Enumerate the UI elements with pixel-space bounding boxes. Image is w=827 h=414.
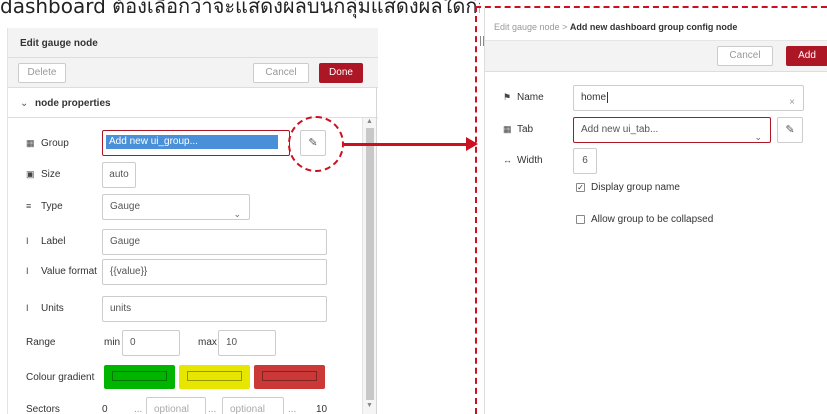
value-format-label: I Value format	[26, 266, 97, 277]
group-select-value: Add new ui_group...	[106, 135, 278, 149]
breadcrumb-current: Add new dashboard group config node	[569, 22, 738, 32]
table-icon: ▦	[503, 124, 512, 134]
panel-toolbar: Delete Cancel Done	[8, 58, 378, 88]
breadcrumb-parent[interactable]: Edit gauge node	[494, 22, 560, 32]
chevron-down-icon: ⌄	[233, 209, 241, 219]
text-cursor-icon: I	[26, 236, 29, 246]
scrollbar-thumb[interactable]	[366, 128, 374, 400]
tab-select-value: Add new ui_tab...	[581, 124, 659, 135]
resize-icon: ▣	[26, 169, 35, 179]
size-label: ▣ Size	[26, 169, 61, 180]
sectors-end: 10	[316, 404, 328, 414]
width-button[interactable]: 6	[573, 148, 597, 174]
cancel-button[interactable]: Cancel	[717, 46, 773, 66]
scroll-down-icon[interactable]: ▼	[366, 402, 373, 409]
edit-gauge-panel: Edit gauge node Delete Cancel Done ⌄ nod…	[7, 28, 378, 414]
tab-select[interactable]: Add new ui_tab... ⌄	[573, 117, 771, 143]
dashboard-group-panel: Edit gauge node > Add new dashboard grou…	[484, 8, 827, 414]
type-select[interactable]: Gauge ⌄	[102, 194, 250, 220]
display-group-name-label: Display group name	[591, 182, 680, 193]
width-label: ↔ Width	[503, 155, 543, 166]
panel-header: Edit gauge node	[8, 28, 378, 58]
clear-icon[interactable]: ×	[789, 91, 795, 110]
panel-title: Edit gauge node	[20, 38, 98, 49]
chevron-down-icon: ⌄	[754, 132, 762, 142]
range-max-input[interactable]: 10	[218, 330, 276, 356]
table-icon: ▦	[26, 138, 35, 148]
tab-label: ▦ Tab	[503, 124, 534, 135]
chevron-down-icon: ⌄	[20, 98, 29, 109]
text-cursor-icon: I	[26, 303, 29, 313]
node-properties-section[interactable]: ⌄ node properties	[8, 90, 378, 118]
range-max-label: max	[198, 337, 217, 348]
panel-header: Edit gauge node > Add new dashboard grou…	[485, 18, 827, 40]
list-icon: ≡	[26, 201, 32, 211]
scroll-up-icon[interactable]: ▲	[366, 118, 373, 125]
section-label: node properties	[35, 98, 111, 109]
gradient-colour-mid[interactable]	[179, 365, 250, 389]
units-input[interactable]: units	[102, 296, 327, 322]
breadcrumb-separator: >	[562, 22, 568, 32]
name-input[interactable]: home ×	[573, 85, 804, 111]
tag-icon: ⚑	[503, 92, 512, 102]
edit-tab-button[interactable]: ✎	[777, 117, 803, 143]
allow-collapse-checkbox[interactable]	[576, 215, 585, 224]
size-button[interactable]: auto	[102, 162, 136, 188]
sectors-label: Sectors	[26, 404, 60, 414]
label-input[interactable]: Gauge	[102, 229, 327, 255]
type-label: ≡ Type	[26, 201, 63, 212]
type-select-value: Gauge	[110, 201, 141, 212]
gradient-colour-high[interactable]	[254, 365, 325, 389]
range-min-input[interactable]: 0	[122, 330, 180, 356]
callout-circle	[288, 116, 344, 172]
group-label: ▦ Group	[26, 138, 69, 149]
group-select[interactable]: Add new ui_group...	[102, 130, 290, 156]
value-format-input[interactable]: {{value}}	[102, 259, 327, 285]
display-group-name-checkbox[interactable]: ✓	[576, 183, 585, 192]
caption-text: dashboard ต้องเลือกว่าจะแสดงผลบนกลุ่มแสด…	[0, 0, 480, 18]
range-min-label: min	[104, 337, 121, 348]
sectors-separator: ...	[134, 404, 143, 414]
name-label: ⚑ Name	[503, 92, 544, 103]
pencil-icon: ✎	[785, 124, 795, 136]
cancel-button[interactable]: Cancel	[253, 63, 309, 83]
sectors-separator: ...	[208, 404, 217, 414]
allow-collapse-label: Allow group to be collapsed	[591, 214, 714, 225]
sector-input-1[interactable]: optional	[146, 397, 206, 414]
delete-button[interactable]: Delete	[18, 63, 66, 83]
scrollbar[interactable]: ▲ ▼	[362, 118, 376, 414]
callout-arrow	[344, 143, 468, 146]
text-cursor-icon: I	[26, 266, 29, 276]
sector-input-2[interactable]: optional	[222, 397, 284, 414]
sectors-separator: ...	[288, 404, 297, 414]
name-input-value: home	[581, 92, 607, 103]
label-label: I Label	[26, 236, 66, 247]
add-button[interactable]: Add	[786, 46, 827, 66]
gradient-colour-low[interactable]	[104, 365, 175, 389]
units-label: I Units	[26, 303, 64, 314]
panel-toolbar: Cancel Add	[485, 40, 827, 72]
colour-gradient-label: Colour gradient	[26, 372, 95, 383]
text-caret	[607, 92, 609, 103]
width-arrows-icon: ↔	[503, 155, 512, 165]
breadcrumb: Edit gauge node > Add new dashboard grou…	[494, 22, 737, 32]
range-label: Range	[26, 337, 56, 348]
done-button[interactable]: Done	[319, 63, 363, 83]
sectors-start: 0	[102, 404, 108, 414]
